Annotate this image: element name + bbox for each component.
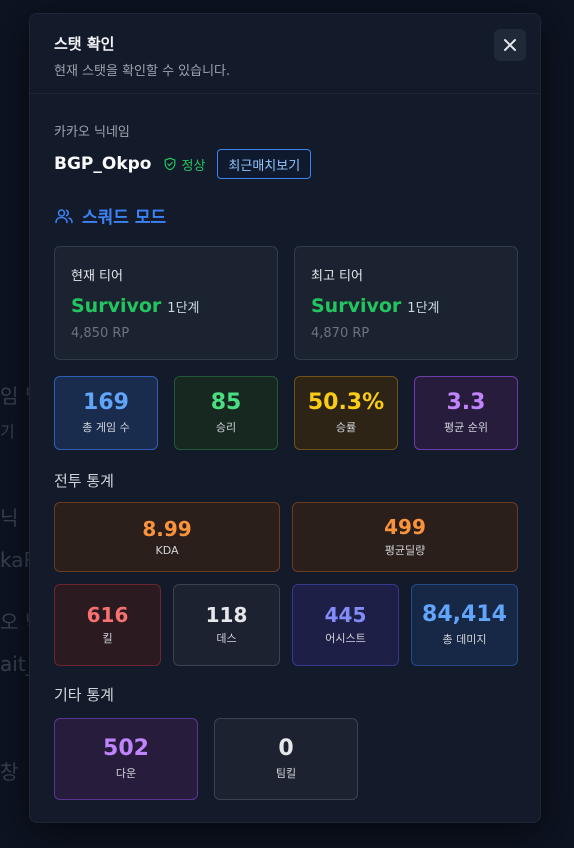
stat-value: 499 [384, 515, 426, 539]
stat-value: 3.3 [446, 389, 486, 415]
best-tier-card: 최고 티어 Survivor 1단계 4,870 RP [294, 246, 518, 360]
stat-value: 50.3% [307, 389, 385, 415]
tier-name: Survivor [71, 295, 162, 317]
tier-step: 1단계 [407, 301, 440, 316]
total-games-stat: 169 총 게임 수 [54, 376, 158, 450]
stat-value: 118 [205, 603, 248, 627]
stat-label: 어시스트 [325, 632, 366, 645]
users-icon [55, 208, 73, 223]
mode-heading: 스쿼드 모드 [54, 203, 166, 228]
stat-label: 총 데미지 [442, 633, 487, 647]
stat-value: 502 [103, 735, 149, 761]
stat-value: 84,414 [422, 601, 507, 627]
tier-row: Survivor 1단계 [311, 295, 440, 317]
deaths-stat: 118 데스 [173, 584, 280, 666]
tier-row: Survivor 1단계 [71, 295, 200, 317]
kda-stat: 8.99 KDA [54, 502, 280, 572]
stat-value: 0 [278, 735, 294, 761]
modal-description: 현재 스탯을 확인할 수 있습니다. [54, 64, 231, 79]
win-rate-stat: 50.3% 승률 [294, 376, 398, 450]
avg-rank-stat: 3.3 평균 순위 [414, 376, 518, 450]
close-icon [504, 39, 516, 51]
teamkills-stat: 0 팀킬 [214, 718, 358, 800]
other-section-title: 기타 통계 [54, 686, 114, 704]
stat-label: 데스 [216, 632, 237, 645]
stat-label: 다운 [115, 767, 137, 781]
modal-title: 스탯 확인 [54, 35, 115, 53]
stat-label: 총 게임 수 [82, 421, 130, 435]
status-label: 정상 [181, 158, 206, 174]
status-badge: 정상 [163, 155, 205, 174]
tier-rp: 4,870 RP [311, 326, 370, 341]
stat-value: 169 [83, 389, 129, 415]
stat-label: 승리 [215, 421, 237, 435]
tier-name: Survivor [311, 295, 402, 317]
mode-label: 스쿼드 모드 [82, 208, 167, 228]
tier-label: 현재 티어 [71, 269, 123, 284]
wins-stat: 85 승리 [174, 376, 278, 450]
nickname-row: BGP_Okpo 정상 최근매치보기 [54, 149, 312, 179]
tier-label: 최고 티어 [311, 269, 363, 284]
stat-label: 평균딜량 [384, 544, 426, 557]
stat-label: 팀킬 [275, 767, 297, 781]
combat-section-title: 전투 통계 [54, 472, 114, 490]
background-text: 닉 [0, 506, 19, 530]
stat-label: KDA [155, 543, 179, 557]
kills-stat: 616 킬 [54, 584, 161, 666]
close-button[interactable] [494, 29, 526, 61]
avg-damage-stat: 499 평균딜량 [292, 502, 518, 572]
stat-label: 평균 순위 [444, 421, 488, 435]
tier-rp: 4,850 RP [71, 326, 130, 341]
stat-value: 445 [324, 603, 367, 627]
stat-value: 616 [86, 603, 129, 627]
modal-header: 스탯 확인 현재 스탯을 확인할 수 있습니다. [30, 14, 540, 94]
stats-modal: 스탯 확인 현재 스탯을 확인할 수 있습니다. 카카오 닉네임 BGP_Okp… [29, 13, 541, 823]
shield-check-icon [165, 157, 176, 171]
background-text: 기 [0, 422, 15, 441]
downs-stat: 502 다운 [54, 718, 198, 800]
nickname-label: 카카오 닉네임 [54, 125, 130, 140]
stat-value: 85 [210, 389, 242, 415]
stat-label: 승률 [335, 421, 357, 435]
background-text: 창 [0, 760, 19, 784]
assists-stat: 445 어시스트 [292, 584, 399, 666]
recent-matches-button[interactable]: 최근매치보기 [217, 149, 312, 179]
total-damage-stat: 84,414 총 데미지 [411, 584, 518, 666]
stat-value: 8.99 [142, 516, 192, 541]
current-tier-card: 현재 티어 Survivor 1단계 4,850 RP [54, 246, 278, 360]
tier-step: 1단계 [167, 301, 200, 316]
stat-label: 킬 [102, 632, 113, 645]
nickname: BGP_Okpo [54, 154, 152, 174]
